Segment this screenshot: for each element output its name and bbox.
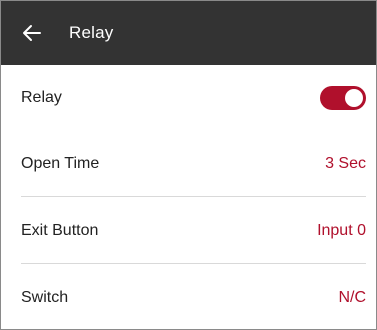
app-header: Relay bbox=[1, 1, 376, 65]
switch-label: Switch bbox=[21, 288, 69, 306]
switch-value: N/C bbox=[338, 288, 366, 306]
page-title: Relay bbox=[69, 23, 114, 42]
open-time-row[interactable]: Open Time 3 Sec bbox=[1, 130, 376, 197]
relay-toggle[interactable] bbox=[320, 85, 366, 110]
switch-row[interactable]: Switch N/C bbox=[1, 264, 376, 329]
arrow-left-icon bbox=[23, 25, 41, 41]
relay-label: Relay bbox=[21, 88, 62, 106]
exit-button-value: Input 0 bbox=[317, 221, 366, 239]
exit-button-row[interactable]: Exit Button Input 0 bbox=[1, 197, 376, 264]
relay-row: Relay bbox=[1, 65, 376, 130]
relay-settings-screen: Relay Relay Open Time 3 Sec Exit Button … bbox=[0, 0, 377, 330]
open-time-label: Open Time bbox=[21, 154, 100, 172]
exit-button-label: Exit Button bbox=[21, 221, 99, 239]
back-button[interactable] bbox=[21, 22, 43, 44]
open-time-value: 3 Sec bbox=[325, 154, 366, 172]
toggle-knob bbox=[345, 88, 363, 107]
